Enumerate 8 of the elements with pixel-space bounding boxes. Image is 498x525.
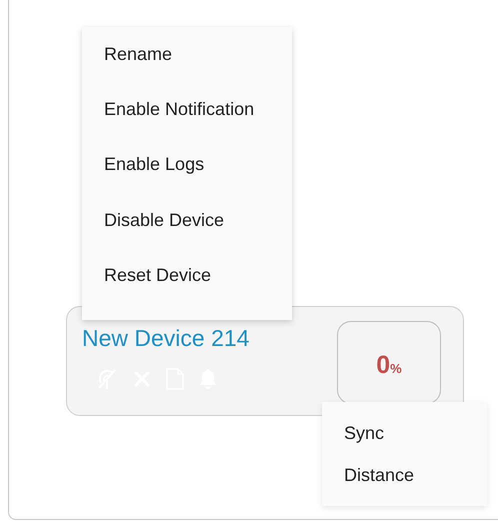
- menu-item[interactable]: Rename: [82, 44, 292, 100]
- menu-item[interactable]: Distance: [322, 464, 487, 506]
- menu-item[interactable]: Sync: [322, 423, 487, 464]
- menu-item[interactable]: Disable Device: [82, 210, 292, 265]
- device-name: New Device 214: [82, 325, 250, 352]
- battery-reading: 0%: [337, 321, 441, 404]
- menu-item[interactable]: Enable Notification: [82, 99, 292, 154]
- menu-item[interactable]: Enable Logs: [82, 154, 292, 210]
